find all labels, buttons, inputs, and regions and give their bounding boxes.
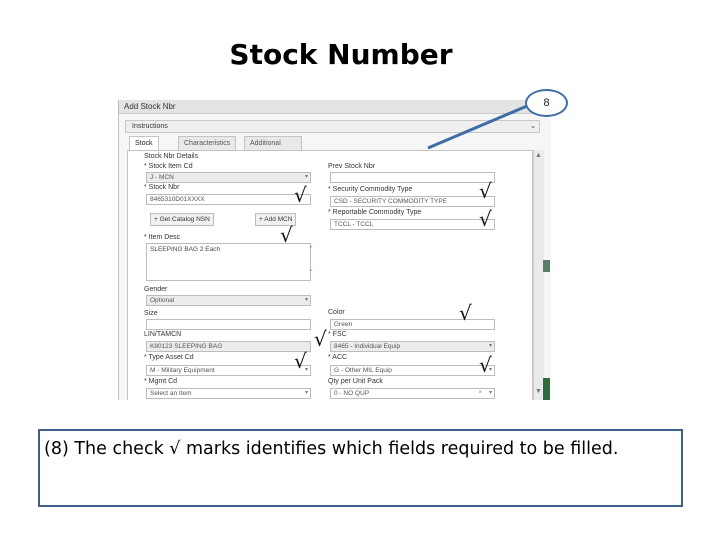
- callout-badge: 8: [525, 89, 568, 117]
- arrow-line: [427, 104, 528, 150]
- caption-text: (8) The check √ marks identifies which f…: [44, 439, 619, 459]
- caption-box: (8) The check √ marks identifies which f…: [38, 429, 683, 507]
